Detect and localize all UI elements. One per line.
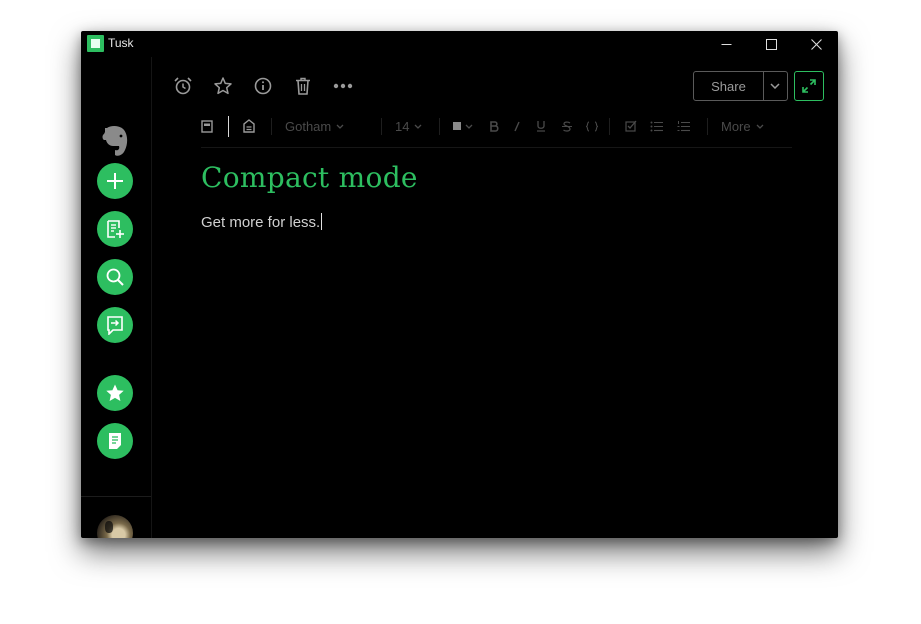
expand-icon <box>802 79 816 93</box>
tag-icon <box>243 119 255 133</box>
minimize-button[interactable] <box>703 31 749 57</box>
italic-button[interactable] <box>513 117 521 135</box>
toolbar-separator <box>707 118 708 135</box>
toolbar-separator <box>609 118 610 135</box>
numbered-list-icon <box>677 120 690 131</box>
expand-button[interactable] <box>794 71 824 101</box>
maximize-icon <box>765 38 777 50</box>
text-color-select[interactable] <box>453 117 473 135</box>
shortcuts-button[interactable] <box>97 375 133 411</box>
trash-icon <box>296 77 310 95</box>
share-dropdown-button[interactable] <box>764 72 786 100</box>
bold-icon <box>490 120 499 132</box>
sidebar <box>81 57 152 538</box>
chevron-down-icon <box>336 124 344 129</box>
code-block-button[interactable] <box>586 117 598 135</box>
window-title: Tusk <box>108 36 134 50</box>
work-chat-button[interactable] <box>97 307 133 343</box>
app-window: Tusk Share Gotham 14 More Compact mode G… <box>81 31 838 538</box>
chevron-down-icon <box>465 124 473 129</box>
notebook-button[interactable] <box>201 117 213 135</box>
note-info-button[interactable] <box>252 75 274 97</box>
note-body-text: Get more for less. <box>201 214 321 231</box>
checkbox-icon <box>625 120 637 132</box>
toolbar-separator <box>381 118 382 135</box>
close-button[interactable] <box>793 31 838 57</box>
font-size-select[interactable]: 14 <box>395 117 422 135</box>
note-title[interactable]: Compact mode <box>201 161 418 194</box>
close-icon <box>810 38 822 50</box>
chevron-down-icon <box>415 124 422 129</box>
bullet-list-icon <box>650 121 663 131</box>
tag-button[interactable] <box>243 117 255 135</box>
bold-button[interactable] <box>489 117 499 135</box>
chevron-down-icon <box>756 124 764 129</box>
numbered-list-button[interactable] <box>677 117 690 135</box>
minimize-icon <box>721 43 731 45</box>
plus-icon <box>107 173 123 189</box>
font-family-value: Gotham <box>285 118 332 134</box>
info-icon <box>254 77 272 95</box>
star-outline-icon <box>214 77 232 95</box>
note-add-icon <box>107 220 124 238</box>
italic-icon <box>514 121 520 131</box>
star-icon <box>106 384 124 401</box>
strikethrough-button[interactable] <box>562 117 572 135</box>
checkbox-button[interactable] <box>625 117 637 135</box>
text-cursor-divider <box>228 116 229 137</box>
reminder-button[interactable] <box>172 75 194 97</box>
share-group: Share <box>693 71 788 101</box>
color-swatch-icon <box>453 122 461 130</box>
toolbar-separator <box>271 118 272 135</box>
new-note-button[interactable] <box>97 163 133 199</box>
evernote-elephant-icon[interactable] <box>101 124 129 158</box>
maximize-button[interactable] <box>748 31 794 57</box>
avatar[interactable] <box>97 515 133 538</box>
note-body[interactable]: Get more for less. <box>201 213 323 231</box>
more-actions-button[interactable] <box>332 75 354 97</box>
title-bar: Tusk <box>81 31 838 57</box>
more-format-label: More <box>721 118 751 134</box>
bullet-list-button[interactable] <box>650 117 663 135</box>
font-size-value: 14 <box>395 118 410 134</box>
toolbar-divider <box>201 147 792 148</box>
delete-button[interactable] <box>292 75 314 97</box>
scratch-pad-button[interactable] <box>97 211 133 247</box>
app-logo-icon <box>87 35 104 52</box>
notes-button[interactable] <box>97 423 133 459</box>
search-button[interactable] <box>97 259 133 295</box>
notes-icon <box>109 433 121 449</box>
code-icon <box>586 120 598 132</box>
more-format-button[interactable]: More <box>721 117 764 135</box>
underline-icon <box>537 121 545 132</box>
sidebar-divider <box>81 496 151 497</box>
chat-arrow-icon <box>107 316 123 335</box>
alarm-icon <box>174 77 192 95</box>
more-icon <box>333 83 353 89</box>
text-caret <box>321 213 323 230</box>
shortcut-star-button[interactable] <box>212 75 234 97</box>
chevron-down-icon <box>770 83 780 89</box>
strikethrough-icon <box>562 120 572 132</box>
notebook-icon <box>201 119 213 133</box>
share-button[interactable]: Share <box>694 72 764 100</box>
font-family-select[interactable]: Gotham <box>285 117 344 135</box>
toolbar-separator <box>439 118 440 135</box>
underline-button[interactable] <box>536 117 546 135</box>
search-icon <box>106 268 124 286</box>
